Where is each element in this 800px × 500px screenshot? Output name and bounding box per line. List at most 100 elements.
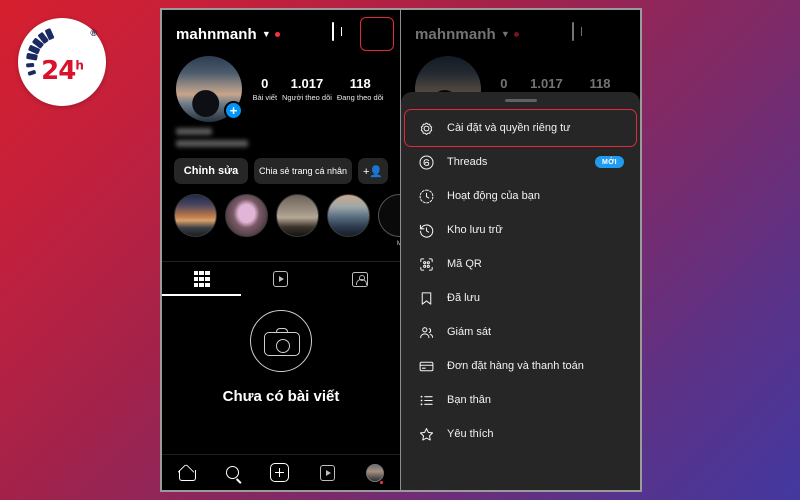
profile-avatar-icon[interactable]: [366, 463, 385, 484]
tagged-icon: [352, 271, 369, 287]
highlight-thumbnail: [225, 194, 268, 237]
menu-item-label: Bạn thân: [447, 394, 492, 407]
stat-following-value: 118: [349, 76, 371, 91]
highlight-thumbnail: [327, 194, 370, 237]
profile-header: mahnmanh ▼: [162, 10, 400, 52]
registered-mark: ®: [90, 28, 97, 38]
avatar[interactable]: +: [176, 56, 243, 122]
menu-item-label: Đơn đặt hàng và thanh toán: [447, 360, 584, 373]
tab-grid[interactable]: [162, 262, 242, 296]
menu-item-orders-payments[interactable]: Đơn đặt hàng và thanh toán: [401, 349, 640, 383]
highlight-item[interactable]: [276, 194, 319, 247]
profile-summary-row: + 0 Bài viết 1.017 Người theo dõi 118 Đa…: [162, 52, 400, 122]
highlight-thumbnail: [378, 194, 400, 237]
create-post-icon[interactable]: [269, 463, 289, 482]
empty-state: Chưa có bài viết: [162, 310, 400, 405]
bottom-navigation: [162, 454, 400, 490]
menu-list: Cài đặt và quyền riêng tư Threads MỚI Hoạt …: [401, 109, 640, 451]
screenshot-pair: mahnmanh ▼ + 0 Bài viết 1.017 Người theo…: [160, 8, 642, 492]
search-icon[interactable]: [225, 466, 239, 479]
profile-stats: 0 Bài viết 1.017 Người theo dõi 118 Đang…: [242, 76, 386, 102]
highlight-item[interactable]: [327, 194, 370, 247]
bio-line: [176, 140, 248, 147]
menu-item-qr-code[interactable]: Mã QR: [401, 247, 640, 281]
home-icon[interactable]: [178, 465, 196, 481]
grid-icon: [193, 271, 210, 287]
logo-text: 24h: [18, 56, 106, 86]
menu-item-threads[interactable]: Threads MỚI: [401, 145, 640, 179]
stat-followers-label: Người theo dõi: [281, 93, 332, 102]
stat-following[interactable]: 118 Đang theo dõi: [337, 76, 384, 102]
settings-item-highlight: [404, 109, 637, 148]
camera-icon: [250, 310, 312, 372]
unread-dot-icon: [274, 31, 280, 37]
menu-item-label: Giám sát: [447, 326, 492, 339]
stat-followers-value: 1.017: [290, 76, 324, 91]
highlight-item[interactable]: M: [378, 194, 400, 247]
logo-number: 24: [41, 56, 76, 86]
menu-item-label: Mã QR: [447, 258, 482, 271]
stat-followers[interactable]: 1.017 Người theo dõi: [282, 76, 332, 102]
tab-reels[interactable]: [241, 262, 320, 296]
threads-icon: [417, 153, 435, 171]
profile-action-row: Chỉnh sửa Chia sẻ trang cá nhân +👤: [162, 152, 400, 184]
tab-tagged[interactable]: [321, 262, 400, 296]
stat-posts-label: Bài viết: [252, 93, 278, 102]
menu-item-saved[interactable]: Đã lưu: [401, 281, 640, 315]
menu-item-archive[interactable]: Kho lưu trữ: [401, 213, 640, 247]
menu-bottom-sheet: Cài đặt và quyền riêng tư Threads MỚI Hoạt …: [401, 92, 640, 490]
instagram-profile-screen-dimmed: mahnmanh ▼ 0: [401, 10, 640, 490]
bookmark-icon: [417, 289, 435, 307]
highlight-item[interactable]: [174, 194, 217, 247]
menu-button-highlight: [360, 17, 394, 51]
credit-card-icon: [417, 357, 435, 375]
reels-icon: [273, 271, 289, 287]
highlight-thumbnail: [174, 194, 217, 237]
plus-box-icon: [332, 22, 334, 41]
menu-item-label: Hoạt động của bạn: [447, 190, 540, 203]
add-post-button[interactable]: [332, 22, 354, 45]
person-add-icon: +👤: [362, 165, 384, 178]
reels-icon[interactable]: [320, 464, 336, 481]
menu-item-supervision[interactable]: Giám sát: [401, 315, 640, 349]
chevron-down-icon[interactable]: ▼: [262, 29, 271, 39]
instagram-profile-screen: mahnmanh ▼ + 0 Bài viết 1.017 Người theo…: [162, 10, 400, 490]
highlight-item[interactable]: [225, 194, 268, 247]
menu-item-label: Yêu thích: [447, 428, 494, 441]
sheet-drag-handle[interactable]: [504, 99, 537, 103]
camera-body: [264, 332, 300, 356]
menu-item-label: Kho lưu trữ: [447, 224, 503, 237]
menu-item-settings[interactable]: Cài đặt và quyền riêng tư: [401, 109, 640, 148]
profile-bio-redacted: [162, 122, 400, 147]
profile-username: mahnmanh: [176, 25, 257, 43]
empty-state-text: Chưa có bài viết: [222, 388, 340, 405]
logo-superscript: h: [75, 58, 83, 73]
brand-logo: ® 24h: [18, 18, 106, 106]
menu-item-favorites[interactable]: Yêu thích: [401, 417, 640, 451]
edit-profile-button[interactable]: Chỉnh sửa: [174, 158, 249, 184]
menu-item-close-friends[interactable]: Bạn thân: [401, 383, 640, 417]
menu-item-your-activity[interactable]: Hoạt động của bạn: [401, 179, 640, 213]
menu-button[interactable]: [360, 17, 394, 51]
add-people-button[interactable]: +👤: [358, 158, 388, 184]
add-story-button[interactable]: +: [224, 101, 243, 120]
stat-posts-value: 0: [261, 76, 269, 91]
highlight-label: M: [378, 240, 400, 247]
menu-item-label: Đã lưu: [447, 292, 481, 305]
close-friends-list-icon: [417, 391, 435, 409]
bio-line: [176, 128, 212, 135]
share-profile-button[interactable]: Chia sẻ trang cá nhân: [254, 158, 352, 184]
star-icon: [417, 425, 435, 443]
supervision-people-icon: [417, 323, 435, 341]
new-badge: MỚI: [595, 156, 624, 169]
profile-tabs: [162, 261, 400, 296]
phone-right: mahnmanh ▼ 0: [401, 10, 640, 490]
phone-left: mahnmanh ▼ + 0 Bài viết 1.017 Người theo…: [162, 10, 401, 490]
archive-clock-icon: [417, 221, 435, 239]
story-highlights: M: [162, 184, 400, 247]
stat-posts[interactable]: 0 Bài viết: [252, 76, 277, 102]
highlight-thumbnail: [276, 194, 319, 237]
menu-item-label: Threads: [447, 156, 488, 169]
stat-following-label: Đang theo dõi: [336, 93, 384, 102]
qr-code-icon: [417, 255, 435, 273]
